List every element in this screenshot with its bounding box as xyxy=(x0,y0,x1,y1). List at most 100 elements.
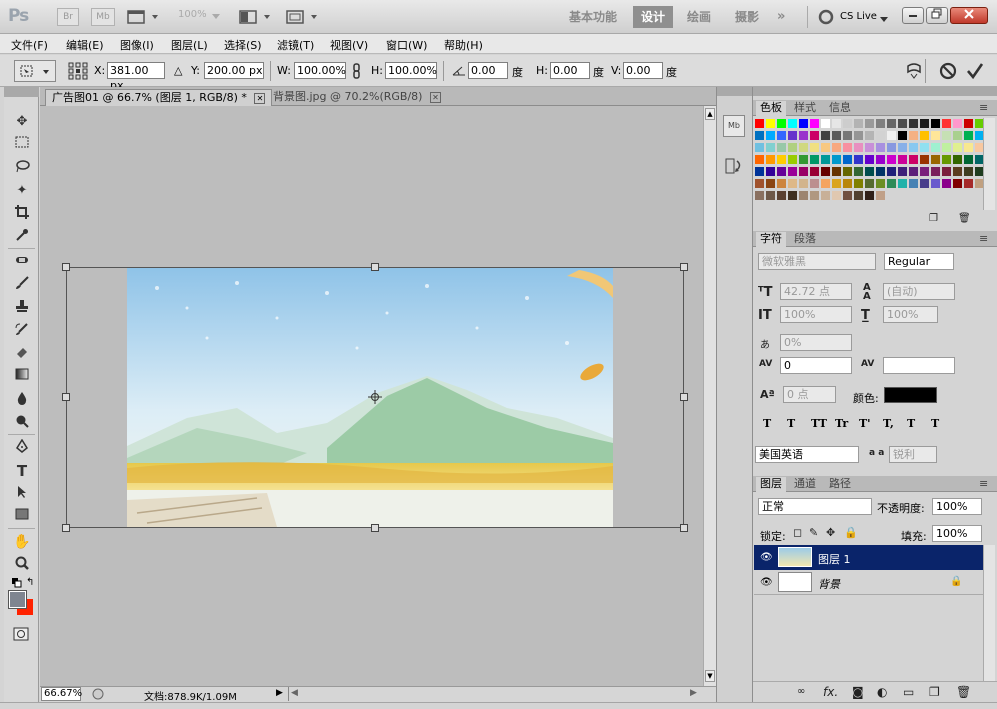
font-size-input[interactable]: 42.72 点 xyxy=(780,283,852,300)
color-swatch[interactable] xyxy=(897,178,908,189)
quick-mask-icon[interactable] xyxy=(13,627,29,644)
mini-bridge-panel-icon[interactable]: Mb xyxy=(723,115,745,137)
menu-help[interactable]: 帮助(H) xyxy=(444,37,483,53)
menu-edit[interactable]: 编辑(E) xyxy=(66,37,104,53)
color-swatch[interactable] xyxy=(864,178,875,189)
workspace-photography[interactable]: 摄影 xyxy=(735,6,759,28)
color-swatch[interactable] xyxy=(776,154,787,165)
commit-transform-button[interactable] xyxy=(965,61,985,84)
color-swatch[interactable] xyxy=(798,178,809,189)
new-group-icon[interactable]: ▭ xyxy=(903,685,914,699)
color-swatch[interactable] xyxy=(820,178,831,189)
color-swatch[interactable] xyxy=(941,142,952,153)
link-layers-icon[interactable]: ∞ xyxy=(797,686,805,697)
color-swatch[interactable] xyxy=(941,166,952,177)
type-style-button[interactable]: T xyxy=(763,417,771,430)
type-tool-icon[interactable]: T xyxy=(12,462,32,480)
delete-swatch-icon[interactable]: 🗑 xyxy=(958,213,971,224)
path-selection-tool-icon[interactable] xyxy=(12,485,32,503)
screen-mode-button[interactable] xyxy=(285,8,321,26)
color-swatch[interactable] xyxy=(809,130,820,141)
hand-tool-icon[interactable]: ✋ xyxy=(12,533,32,551)
dock-header[interactable] xyxy=(753,87,997,96)
color-swatch[interactable] xyxy=(897,166,908,177)
zoom-input[interactable]: 66.67% xyxy=(41,687,82,701)
menu-file[interactable]: 文件(F) xyxy=(11,37,48,53)
color-swatch[interactable] xyxy=(820,190,831,201)
color-swatch[interactable] xyxy=(930,166,941,177)
marquee-tool-icon[interactable] xyxy=(12,136,32,154)
color-swatch[interactable] xyxy=(864,190,875,201)
vertical-scrollbar[interactable]: ▲ ▼ xyxy=(703,106,716,686)
type-style-button[interactable]: TT xyxy=(811,417,827,430)
tab-channels[interactable]: 通道 xyxy=(790,477,820,492)
transform-handle[interactable] xyxy=(62,393,70,401)
color-swatch[interactable] xyxy=(952,142,963,153)
color-swatch[interactable] xyxy=(853,142,864,153)
close-tab-icon[interactable]: ✕ xyxy=(254,92,266,104)
type-style-button[interactable]: T' xyxy=(859,417,871,430)
color-swatch[interactable] xyxy=(798,166,809,177)
color-swatch[interactable] xyxy=(842,166,853,177)
color-swatch[interactable] xyxy=(842,118,853,129)
transform-handle[interactable] xyxy=(680,393,688,401)
color-swatch[interactable] xyxy=(963,118,974,129)
color-swatch[interactable] xyxy=(787,178,798,189)
color-swatch[interactable] xyxy=(963,178,974,189)
color-swatch[interactable] xyxy=(831,130,842,141)
bridge-button[interactable]: Br xyxy=(57,8,79,26)
opacity-input[interactable]: 100% xyxy=(932,498,982,515)
color-swatch[interactable] xyxy=(930,118,941,129)
color-swatch[interactable] xyxy=(963,130,974,141)
color-swatch[interactable] xyxy=(886,178,897,189)
color-swatch[interactable] xyxy=(853,118,864,129)
type-style-button[interactable]: T, xyxy=(883,417,894,430)
color-swatch[interactable] xyxy=(765,190,776,201)
color-swatch[interactable] xyxy=(842,154,853,165)
color-swatch[interactable] xyxy=(754,142,765,153)
color-swatch[interactable] xyxy=(919,154,930,165)
zoom-tool-icon[interactable] xyxy=(12,556,32,574)
history-brush-icon[interactable] xyxy=(12,322,32,340)
eraser-tool-icon[interactable] xyxy=(12,345,32,363)
color-swatch[interactable] xyxy=(820,166,831,177)
color-swatch[interactable] xyxy=(853,190,864,201)
color-swatch[interactable] xyxy=(842,178,853,189)
color-swatch[interactable] xyxy=(787,190,798,201)
new-layer-icon[interactable]: ❐ xyxy=(929,685,940,699)
restore-button[interactable] xyxy=(926,7,948,24)
lock-transparency-icon[interactable]: ◻ xyxy=(793,526,802,539)
color-swatch[interactable] xyxy=(919,130,930,141)
color-swatch[interactable] xyxy=(963,142,974,153)
h-skew-input[interactable]: 0.00 xyxy=(550,62,590,79)
mini-bridge-button[interactable]: Mb xyxy=(91,8,115,26)
color-swatch[interactable] xyxy=(820,118,831,129)
minimize-button[interactable] xyxy=(902,7,924,24)
color-swatch[interactable] xyxy=(787,142,798,153)
visibility-eye-icon[interactable]: 👁 xyxy=(760,552,773,563)
color-swatch[interactable] xyxy=(798,130,809,141)
color-swatch[interactable] xyxy=(886,142,897,153)
color-swatch[interactable] xyxy=(798,154,809,165)
tracking-input[interactable] xyxy=(883,357,955,374)
new-swatch-icon[interactable]: ❐ xyxy=(929,213,938,224)
workspace-essentials[interactable]: 基本功能 xyxy=(569,6,617,28)
color-swatch[interactable] xyxy=(831,154,842,165)
color-swatch[interactable] xyxy=(930,142,941,153)
color-swatch[interactable] xyxy=(776,142,787,153)
color-swatch[interactable] xyxy=(765,166,776,177)
color-swatch[interactable] xyxy=(798,142,809,153)
spot-healing-brush-icon[interactable] xyxy=(12,253,32,271)
color-swatch[interactable] xyxy=(864,130,875,141)
color-swatch[interactable] xyxy=(930,154,941,165)
color-swatch[interactable] xyxy=(908,166,919,177)
color-swatch[interactable] xyxy=(831,166,842,177)
arrange-documents-button[interactable] xyxy=(238,8,274,26)
color-swatch[interactable] xyxy=(831,178,842,189)
color-swatch[interactable] xyxy=(820,130,831,141)
layer-row[interactable]: 👁 背景 🔒 xyxy=(754,570,983,595)
cancel-transform-button[interactable] xyxy=(938,61,958,84)
dock-header[interactable] xyxy=(717,87,752,96)
color-swatch[interactable] xyxy=(952,130,963,141)
clone-stamp-icon[interactable] xyxy=(12,299,32,317)
